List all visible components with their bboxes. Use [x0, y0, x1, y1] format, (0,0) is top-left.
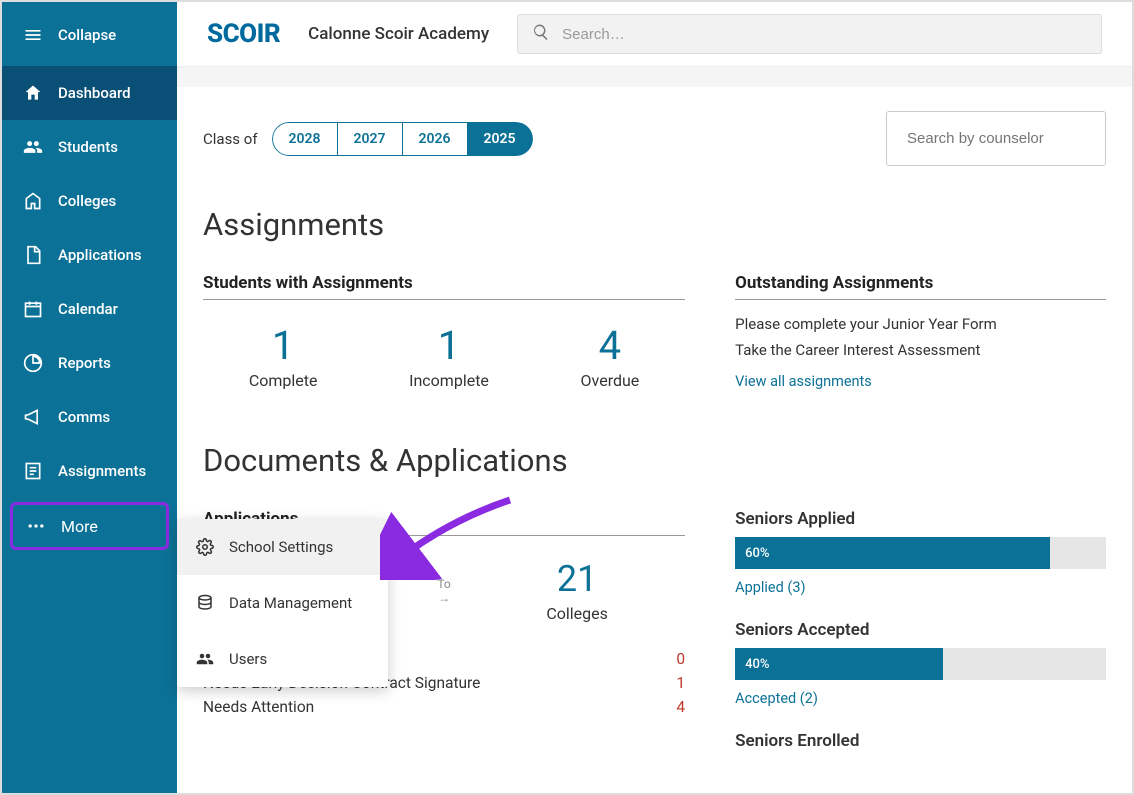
view-all-assignments-link[interactable]: View all assignments — [735, 373, 872, 390]
users-icon — [195, 649, 215, 669]
nav-comms[interactable]: Comms — [2, 390, 177, 444]
nav-calendar[interactable]: Calendar — [2, 282, 177, 336]
nav-label: Reports — [58, 354, 111, 372]
school-name: Calonne Scoir Academy — [308, 24, 489, 44]
stat-num: 4 — [581, 322, 640, 369]
nav-colleges[interactable]: Colleges — [2, 174, 177, 228]
gear-icon — [195, 537, 215, 557]
seniors-accepted-title: Seniors Accepted — [735, 620, 1106, 640]
popup-users[interactable]: Users — [177, 631, 388, 687]
class-of-label: Class of — [203, 130, 258, 148]
docs-heading: Documents & Applications — [203, 442, 1106, 479]
stat-num: 1 — [249, 322, 318, 369]
stat-num: 1 — [409, 322, 489, 369]
value: 4 — [676, 698, 685, 716]
nav-more[interactable]: More — [10, 502, 169, 550]
popup-data-management[interactable]: Data Management — [177, 575, 388, 631]
counselor-search-input[interactable] — [886, 111, 1106, 166]
document-icon — [22, 244, 44, 266]
label: Needs Attention — [203, 698, 314, 716]
stat-label: Incomplete — [409, 371, 489, 390]
more-popup: School Settings Data Management Users — [177, 519, 388, 687]
stat-complete: 1 Complete — [249, 322, 318, 390]
applied-link[interactable]: Applied (3) — [735, 579, 805, 596]
global-search[interactable] — [517, 14, 1102, 54]
arrow-right-icon: → — [419, 591, 469, 605]
chart-pie-icon — [22, 352, 44, 374]
label: Colleges — [469, 604, 685, 623]
nav-label: Assignments — [58, 462, 146, 480]
nav-label: Students — [58, 138, 118, 156]
value: 1 — [676, 674, 685, 692]
nav-reports[interactable]: Reports — [2, 336, 177, 390]
year-2028[interactable]: 2028 — [272, 122, 338, 156]
collapse-label: Collapse — [58, 26, 116, 44]
nav-students[interactable]: Students — [2, 120, 177, 174]
needs-attention-row: Needs Attention 4 — [203, 695, 685, 719]
year-2026[interactable]: 2026 — [403, 122, 468, 156]
year-2027[interactable]: 2027 — [338, 122, 403, 156]
search-input[interactable] — [562, 26, 1087, 43]
topbar: SCOIR Calonne Scoir Academy — [177, 2, 1132, 67]
content: Class of 2028 2027 2026 2025 Assignments… — [177, 87, 1132, 793]
seniors-applied-title: Seniors Applied — [735, 509, 1106, 529]
home-icon — [22, 82, 44, 104]
nav-label: Calendar — [58, 300, 118, 318]
nav-label: Dashboard — [58, 84, 131, 102]
outstanding-line: Please complete your Junior Year Form — [735, 312, 1106, 338]
value: 0 — [676, 650, 685, 668]
seniors-enrolled-title: Seniors Enrolled — [735, 731, 1106, 751]
value: 21 — [469, 558, 685, 600]
to-text: To — [419, 577, 469, 591]
megaphone-icon — [22, 406, 44, 428]
nav-dashboard[interactable]: Dashboard — [2, 66, 177, 120]
colleges-count: 21 Colleges — [469, 558, 685, 623]
nav-assignments[interactable]: Assignments — [2, 444, 177, 498]
collapse-button[interactable]: Collapse — [2, 10, 177, 66]
hamburger-icon — [22, 24, 44, 46]
bar-fill: 40% — [735, 648, 943, 680]
search-icon — [532, 23, 550, 45]
nav-label: Applications — [58, 246, 142, 264]
to-label: To → — [419, 577, 469, 605]
people-icon — [22, 136, 44, 158]
sidebar: Collapse Dashboard Students Colleges App… — [2, 2, 177, 793]
accepted-link[interactable]: Accepted (2) — [735, 690, 818, 707]
database-icon — [195, 593, 215, 613]
outstanding-assignments-heading: Outstanding Assignments — [735, 273, 1106, 293]
nav-applications[interactable]: Applications — [2, 228, 177, 282]
divider — [735, 299, 1106, 300]
divider — [203, 299, 685, 300]
students-with-assignments-heading: Students with Assignments — [203, 273, 685, 293]
nav-label: Comms — [58, 408, 110, 426]
outstanding-line: Take the Career Interest Assessment — [735, 338, 1106, 364]
popup-label: School Settings — [229, 538, 333, 556]
popup-label: Users — [229, 650, 267, 668]
nav-label: Colleges — [58, 192, 116, 210]
popup-school-settings[interactable]: School Settings — [177, 519, 388, 575]
bar-fill: 60% — [735, 537, 1050, 569]
stat-overdue: 4 Overdue — [581, 322, 640, 390]
more-dots-icon — [25, 515, 47, 537]
more-label: More — [61, 517, 98, 536]
building-icon — [22, 190, 44, 212]
stat-incomplete: 1 Incomplete — [409, 322, 489, 390]
checklist-icon — [22, 460, 44, 482]
class-year-picker: 2028 2027 2026 2025 — [272, 122, 533, 156]
calendar-icon — [22, 298, 44, 320]
seniors-accepted-bar: 40% — [735, 648, 1106, 680]
year-2025[interactable]: 2025 — [468, 122, 533, 156]
stat-label: Overdue — [581, 371, 640, 390]
assignments-heading: Assignments — [203, 206, 1106, 243]
logo: SCOIR — [207, 19, 280, 49]
popup-label: Data Management — [229, 594, 352, 612]
seniors-applied-bar: 60% — [735, 537, 1106, 569]
stat-label: Complete — [249, 371, 318, 390]
